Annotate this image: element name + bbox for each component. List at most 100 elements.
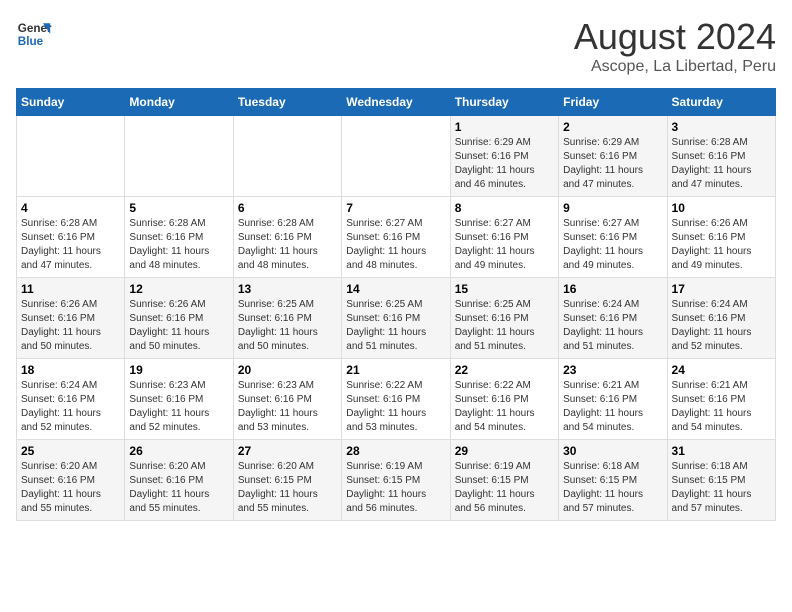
day-number: 9	[563, 201, 662, 215]
day-detail: Sunrise: 6:26 AM Sunset: 6:16 PM Dayligh…	[129, 298, 228, 354]
day-detail: Sunrise: 6:28 AM Sunset: 6:16 PM Dayligh…	[238, 217, 337, 273]
calendar-cell: 12Sunrise: 6:26 AM Sunset: 6:16 PM Dayli…	[125, 278, 233, 359]
calendar-cell: 25 Sunrise: 6:20 AM Sunset: 6:16 PM Dayli…	[17, 440, 125, 521]
day-number: 25	[21, 444, 120, 458]
calendar-table: SundayMondayTuesdayWednesdayThursdayFrid…	[16, 88, 776, 521]
day-number: 23	[563, 363, 662, 377]
weekday-header-friday: Friday	[559, 89, 667, 116]
day-detail: Sunrise: 6:24 AM Sunset: 6:16 PM Dayligh…	[21, 379, 120, 435]
day-number: 31	[672, 444, 771, 458]
calendar-cell: 1 Sunrise: 6:29 AM Sunset: 6:16 PM Daylig…	[450, 116, 558, 197]
weekday-header-tuesday: Tuesday	[233, 89, 341, 116]
calendar-cell: 2Sunrise: 6:29 AM Sunset: 6:16 PM Daylig…	[559, 116, 667, 197]
day-number: 29	[455, 444, 554, 458]
day-detail: Sunrise: 6:22 AM Sunset: 6:16 PM Dayligh…	[455, 379, 554, 435]
day-detail: Sunrise: 6:18 AM Sunset: 6:15 PM Dayligh…	[563, 460, 662, 516]
calendar-week-2: 4Sunrise: 6:28 AM Sunset: 6:16 PM Daylig…	[17, 197, 776, 278]
day-number: 1	[455, 120, 554, 134]
day-detail: Sunrise: 6:24 AM Sunset: 6:16 PM Dayligh…	[672, 298, 771, 354]
weekday-header-monday: Monday	[125, 89, 233, 116]
calendar-cell: 27 Sunrise: 6:20 AM Sunset: 6:15 PM Dayli…	[233, 440, 341, 521]
day-number: 10	[672, 201, 771, 215]
calendar-cell	[342, 116, 450, 197]
day-detail: Sunrise: 6:26 AM Sunset: 6:16 PM Dayligh…	[672, 217, 771, 273]
day-detail: Sunrise: 6:27 AM Sunset: 6:16 PM Dayligh…	[455, 217, 554, 273]
calendar-cell: 15 Sunrise: 6:25 AM Sunset: 6:16 PM Dayli…	[450, 278, 558, 359]
day-number: 8	[455, 201, 554, 215]
calendar-cell	[125, 116, 233, 197]
day-number: 6	[238, 201, 337, 215]
calendar-cell: 4Sunrise: 6:28 AM Sunset: 6:16 PM Daylig…	[17, 197, 125, 278]
calendar-week-1: 1 Sunrise: 6:29 AM Sunset: 6:16 PM Daylig…	[17, 116, 776, 197]
day-detail: Sunrise: 6:26 AM Sunset: 6:16 PM Dayligh…	[21, 298, 120, 354]
day-detail: Sunrise: 6:18 AM Sunset: 6:15 PM Dayligh…	[672, 460, 771, 516]
calendar-cell: 16Sunrise: 6:24 AM Sunset: 6:16 PM Dayli…	[559, 278, 667, 359]
day-number: 11	[21, 282, 120, 296]
logo-icon: General Blue	[16, 16, 52, 52]
day-detail: Sunrise: 6:21 AM Sunset: 6:16 PM Dayligh…	[563, 379, 662, 435]
day-detail: Sunrise: 6:19 AM Sunset: 6:15 PM Dayligh…	[346, 460, 445, 516]
day-detail: Sunrise: 6:21 AM Sunset: 6:16 PM Dayligh…	[672, 379, 771, 435]
day-number: 30	[563, 444, 662, 458]
day-detail: Sunrise: 6:22 AM Sunset: 6:16 PM Dayligh…	[346, 379, 445, 435]
calendar-cell: 9 Sunrise: 6:27 AM Sunset: 6:16 PM Daylig…	[559, 197, 667, 278]
day-number: 13	[238, 282, 337, 296]
calendar-cell: 8 Sunrise: 6:27 AM Sunset: 6:16 PM Daylig…	[450, 197, 558, 278]
day-number: 19	[129, 363, 228, 377]
calendar-week-4: 18 Sunrise: 6:24 AM Sunset: 6:16 PM Dayli…	[17, 359, 776, 440]
weekday-header-saturday: Saturday	[667, 89, 775, 116]
day-detail: Sunrise: 6:25 AM Sunset: 6:16 PM Dayligh…	[346, 298, 445, 354]
svg-text:Blue: Blue	[18, 35, 44, 48]
calendar-cell: 18 Sunrise: 6:24 AM Sunset: 6:16 PM Dayli…	[17, 359, 125, 440]
day-number: 22	[455, 363, 554, 377]
logo: General Blue	[16, 16, 52, 52]
calendar-cell: 14 Sunrise: 6:25 AM Sunset: 6:16 PM Dayli…	[342, 278, 450, 359]
day-number: 21	[346, 363, 445, 377]
calendar-cell: 19 Sunrise: 6:23 AM Sunset: 6:16 PM Dayli…	[125, 359, 233, 440]
main-title: August 2024	[574, 16, 776, 58]
calendar-cell: 7Sunrise: 6:27 AM Sunset: 6:16 PM Daylig…	[342, 197, 450, 278]
weekday-header-thursday: Thursday	[450, 89, 558, 116]
day-number: 5	[129, 201, 228, 215]
calendar-body: 1 Sunrise: 6:29 AM Sunset: 6:16 PM Daylig…	[17, 116, 776, 521]
calendar-week-3: 11 Sunrise: 6:26 AM Sunset: 6:16 PM Dayli…	[17, 278, 776, 359]
day-detail: Sunrise: 6:28 AM Sunset: 6:16 PM Dayligh…	[21, 217, 120, 273]
day-number: 18	[21, 363, 120, 377]
page-header: General Blue August 2024 Ascope, La Libe…	[16, 16, 776, 76]
day-number: 27	[238, 444, 337, 458]
day-detail: Sunrise: 6:27 AM Sunset: 6:16 PM Dayligh…	[563, 217, 662, 273]
day-number: 20	[238, 363, 337, 377]
day-number: 14	[346, 282, 445, 296]
day-detail: Sunrise: 6:29 AM Sunset: 6:16 PM Dayligh…	[455, 136, 554, 192]
weekday-row: SundayMondayTuesdayWednesdayThursdayFrid…	[17, 89, 776, 116]
day-detail: Sunrise: 6:25 AM Sunset: 6:16 PM Dayligh…	[455, 298, 554, 354]
day-detail: Sunrise: 6:20 AM Sunset: 6:15 PM Dayligh…	[238, 460, 337, 516]
day-detail: Sunrise: 6:20 AM Sunset: 6:16 PM Dayligh…	[129, 460, 228, 516]
calendar-cell: 23 Sunrise: 6:21 AM Sunset: 6:16 PM Dayli…	[559, 359, 667, 440]
calendar-cell: 6 Sunrise: 6:28 AM Sunset: 6:16 PM Daylig…	[233, 197, 341, 278]
day-detail: Sunrise: 6:25 AM Sunset: 6:16 PM Dayligh…	[238, 298, 337, 354]
calendar-cell: 28 Sunrise: 6:19 AM Sunset: 6:15 PM Dayli…	[342, 440, 450, 521]
calendar-cell: 22 Sunrise: 6:22 AM Sunset: 6:16 PM Dayli…	[450, 359, 558, 440]
calendar-cell: 11 Sunrise: 6:26 AM Sunset: 6:16 PM Dayli…	[17, 278, 125, 359]
calendar-cell: 31 Sunrise: 6:18 AM Sunset: 6:15 PM Dayli…	[667, 440, 775, 521]
calendar-cell: 20 Sunrise: 6:23 AM Sunset: 6:16 PM Dayli…	[233, 359, 341, 440]
day-detail: Sunrise: 6:23 AM Sunset: 6:16 PM Dayligh…	[129, 379, 228, 435]
day-detail: Sunrise: 6:28 AM Sunset: 6:16 PM Dayligh…	[672, 136, 771, 192]
day-detail: Sunrise: 6:23 AM Sunset: 6:16 PM Dayligh…	[238, 379, 337, 435]
day-number: 24	[672, 363, 771, 377]
day-number: 26	[129, 444, 228, 458]
day-number: 16	[563, 282, 662, 296]
calendar-cell: 13 Sunrise: 6:25 AM Sunset: 6:16 PM Dayli…	[233, 278, 341, 359]
day-detail: Sunrise: 6:20 AM Sunset: 6:16 PM Dayligh…	[21, 460, 120, 516]
day-number: 15	[455, 282, 554, 296]
calendar-cell: 24 Sunrise: 6:21 AM Sunset: 6:16 PM Dayli…	[667, 359, 775, 440]
calendar-header: SundayMondayTuesdayWednesdayThursdayFrid…	[17, 89, 776, 116]
day-detail: Sunrise: 6:28 AM Sunset: 6:16 PM Dayligh…	[129, 217, 228, 273]
calendar-week-5: 25 Sunrise: 6:20 AM Sunset: 6:16 PM Dayli…	[17, 440, 776, 521]
day-number: 28	[346, 444, 445, 458]
subtitle: Ascope, La Libertad, Peru	[574, 58, 776, 76]
title-area: August 2024 Ascope, La Libertad, Peru	[574, 16, 776, 76]
calendar-cell: 29Sunrise: 6:19 AM Sunset: 6:15 PM Dayli…	[450, 440, 558, 521]
calendar-cell: 26 Sunrise: 6:20 AM Sunset: 6:16 PM Dayli…	[125, 440, 233, 521]
